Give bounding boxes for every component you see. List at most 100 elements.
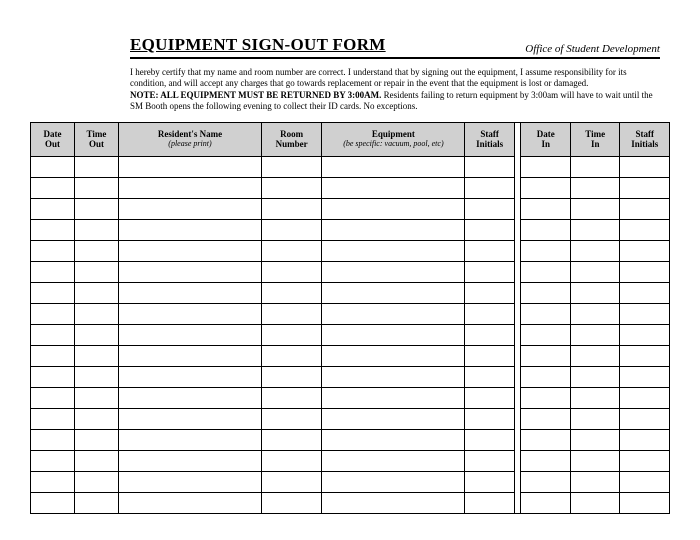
table-cell[interactable] xyxy=(570,388,619,409)
table-cell[interactable] xyxy=(118,220,261,241)
table-cell[interactable] xyxy=(322,157,465,178)
table-cell[interactable] xyxy=(74,283,118,304)
table-cell[interactable] xyxy=(465,241,514,262)
table-cell[interactable] xyxy=(521,493,570,514)
table-cell[interactable] xyxy=(620,220,670,241)
table-cell[interactable] xyxy=(118,304,261,325)
table-cell[interactable] xyxy=(74,220,118,241)
table-cell[interactable] xyxy=(521,199,570,220)
table-cell[interactable] xyxy=(118,430,261,451)
table-cell[interactable] xyxy=(620,178,670,199)
table-cell[interactable] xyxy=(261,157,321,178)
table-cell[interactable] xyxy=(521,157,570,178)
table-cell[interactable] xyxy=(118,178,261,199)
table-cell[interactable] xyxy=(465,304,514,325)
table-cell[interactable] xyxy=(521,409,570,430)
table-cell[interactable] xyxy=(74,157,118,178)
table-cell[interactable] xyxy=(521,472,570,493)
table-cell[interactable] xyxy=(261,346,321,367)
table-cell[interactable] xyxy=(570,157,619,178)
table-cell[interactable] xyxy=(570,283,619,304)
table-cell[interactable] xyxy=(570,346,619,367)
table-cell[interactable] xyxy=(261,472,321,493)
table-cell[interactable] xyxy=(465,178,514,199)
table-cell[interactable] xyxy=(261,325,321,346)
table-cell[interactable] xyxy=(521,346,570,367)
table-cell[interactable] xyxy=(74,472,118,493)
table-cell[interactable] xyxy=(570,199,619,220)
table-cell[interactable] xyxy=(465,367,514,388)
table-cell[interactable] xyxy=(74,199,118,220)
table-cell[interactable] xyxy=(261,262,321,283)
table-cell[interactable] xyxy=(620,241,670,262)
table-cell[interactable] xyxy=(620,304,670,325)
table-cell[interactable] xyxy=(74,388,118,409)
table-cell[interactable] xyxy=(521,220,570,241)
table-cell[interactable] xyxy=(118,241,261,262)
table-cell[interactable] xyxy=(118,493,261,514)
table-cell[interactable] xyxy=(74,178,118,199)
table-cell[interactable] xyxy=(521,325,570,346)
table-cell[interactable] xyxy=(620,409,670,430)
table-cell[interactable] xyxy=(322,346,465,367)
table-cell[interactable] xyxy=(570,472,619,493)
table-cell[interactable] xyxy=(118,472,261,493)
table-cell[interactable] xyxy=(322,220,465,241)
table-cell[interactable] xyxy=(118,409,261,430)
table-cell[interactable] xyxy=(570,220,619,241)
table-cell[interactable] xyxy=(620,367,670,388)
table-cell[interactable] xyxy=(31,178,75,199)
table-cell[interactable] xyxy=(322,388,465,409)
table-cell[interactable] xyxy=(465,430,514,451)
table-cell[interactable] xyxy=(118,367,261,388)
table-cell[interactable] xyxy=(570,367,619,388)
table-cell[interactable] xyxy=(322,430,465,451)
table-cell[interactable] xyxy=(118,157,261,178)
table-cell[interactable] xyxy=(570,430,619,451)
table-cell[interactable] xyxy=(261,493,321,514)
table-cell[interactable] xyxy=(31,157,75,178)
table-cell[interactable] xyxy=(118,346,261,367)
table-cell[interactable] xyxy=(521,262,570,283)
table-cell[interactable] xyxy=(322,472,465,493)
table-cell[interactable] xyxy=(465,388,514,409)
table-cell[interactable] xyxy=(74,367,118,388)
table-cell[interactable] xyxy=(31,367,75,388)
table-cell[interactable] xyxy=(31,325,75,346)
table-cell[interactable] xyxy=(31,262,75,283)
table-cell[interactable] xyxy=(74,304,118,325)
table-cell[interactable] xyxy=(620,199,670,220)
table-cell[interactable] xyxy=(74,451,118,472)
table-cell[interactable] xyxy=(261,388,321,409)
table-cell[interactable] xyxy=(465,220,514,241)
table-cell[interactable] xyxy=(31,304,75,325)
table-cell[interactable] xyxy=(620,430,670,451)
table-cell[interactable] xyxy=(31,346,75,367)
table-cell[interactable] xyxy=(261,409,321,430)
table-cell[interactable] xyxy=(322,409,465,430)
table-cell[interactable] xyxy=(620,493,670,514)
table-cell[interactable] xyxy=(570,304,619,325)
table-cell[interactable] xyxy=(521,283,570,304)
table-cell[interactable] xyxy=(620,157,670,178)
table-cell[interactable] xyxy=(620,451,670,472)
table-cell[interactable] xyxy=(620,325,670,346)
table-cell[interactable] xyxy=(322,304,465,325)
table-cell[interactable] xyxy=(118,388,261,409)
table-cell[interactable] xyxy=(31,472,75,493)
table-cell[interactable] xyxy=(31,451,75,472)
table-cell[interactable] xyxy=(31,409,75,430)
table-cell[interactable] xyxy=(261,367,321,388)
table-cell[interactable] xyxy=(74,430,118,451)
table-cell[interactable] xyxy=(31,241,75,262)
table-cell[interactable] xyxy=(570,493,619,514)
table-cell[interactable] xyxy=(31,220,75,241)
table-cell[interactable] xyxy=(322,367,465,388)
table-cell[interactable] xyxy=(570,241,619,262)
table-cell[interactable] xyxy=(31,199,75,220)
table-cell[interactable] xyxy=(465,346,514,367)
table-cell[interactable] xyxy=(31,493,75,514)
table-cell[interactable] xyxy=(322,262,465,283)
table-cell[interactable] xyxy=(322,325,465,346)
table-cell[interactable] xyxy=(620,262,670,283)
